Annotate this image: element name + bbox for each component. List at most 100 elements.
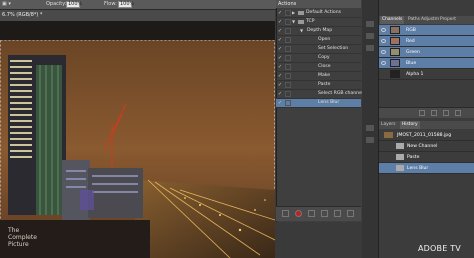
toggle-check-icon[interactable]: ✓ [277,19,283,25]
flow-label: Flow: [104,1,117,7]
expand-right-icon[interactable]: ▶ [292,9,295,17]
channel-name: Red [406,39,415,44]
channel-name: Alpha 1 [406,72,424,77]
history-row[interactable]: Lens Blur [379,163,474,174]
channel-row[interactable]: Alpha 1 [379,69,474,80]
new-set-icon[interactable] [321,210,328,217]
eye-icon[interactable] [381,61,386,65]
panel-icon[interactable] [365,136,375,144]
history-row[interactable]: New Channel [379,141,474,152]
action-row[interactable]: ✓ Make [276,72,361,81]
flow-field[interactable]: 100% [118,1,134,8]
action-label: Open [318,37,331,42]
opacity-field[interactable]: 100% [66,1,82,8]
brush-preset-icon[interactable]: ▣ ▾ [2,0,11,9]
tab-channels[interactable]: Channels [380,16,405,24]
toggle-check-icon[interactable]: ✓ [277,73,283,79]
tab-paths[interactable]: Paths [408,16,420,24]
action-label: Default Actions [306,10,342,15]
eye-icon[interactable] [381,28,386,32]
trash-icon[interactable] [347,210,354,217]
actions-toolbar [276,206,361,221]
canvas-image[interactable] [0,40,275,258]
expand-down-icon[interactable]: ▼ [300,27,303,35]
channel-row[interactable]: Green [379,47,474,58]
stop-icon[interactable] [282,210,289,217]
action-row[interactable]: ✓ Open [276,36,361,45]
expand-down-icon[interactable]: ▼ [292,18,295,26]
dialog-toggle-icon[interactable] [285,82,291,88]
actions-panel-header[interactable]: Actions [276,0,361,8]
dialog-toggle-icon[interactable] [285,28,291,34]
action-row[interactable]: ✓ Paste [276,81,361,90]
toggle-check-icon[interactable]: ✓ [277,91,283,97]
record-icon[interactable] [295,210,302,217]
dialog-toggle-icon[interactable] [285,73,291,79]
city-night-photo [0,40,275,258]
tab-layers[interactable]: Layers [381,121,396,129]
dialog-toggle-icon[interactable] [285,100,291,106]
channels-tabbar: Channels Paths Adjustm Propert [379,16,474,24]
dialog-toggle-icon[interactable] [285,37,291,43]
document-tab[interactable]: 6.7% (RGB/8*) * [0,10,275,21]
history-tabbar: Layers History [379,121,474,129]
action-row[interactable]: ✓ ▶ Default Actions [276,9,361,18]
action-row[interactable]: ✓ Lens Blur [276,99,361,108]
panel-icon[interactable] [365,44,375,52]
tab-properties[interactable]: Propert [440,16,456,24]
document-title: 6.7% (RGB/8*) * [2,12,43,18]
history-row[interactable]: Paste [379,152,474,163]
opacity-label: Opacity: [46,1,67,7]
new-channel-icon[interactable] [443,110,449,116]
action-label: Close [318,64,331,69]
action-row[interactable]: ✓ ▼ Depth Map [276,27,361,36]
dialog-toggle-icon[interactable] [285,55,291,61]
channel-row[interactable]: Blue [379,58,474,69]
toggle-check-icon[interactable]: ✓ [277,37,283,43]
eye-icon[interactable] [381,50,386,54]
history-snapshot[interactable]: JMOST_2011_01588.jpg [379,130,474,141]
watermark: The Complete Picture [8,227,37,248]
tab-history[interactable]: History [400,121,420,129]
adobe-tv-logo: ADOBE TV [418,244,461,253]
history-step-name: New Channel [407,144,438,149]
action-row[interactable]: ✓ Set Selection [276,45,361,54]
action-row[interactable]: ✓ Close [276,63,361,72]
toggle-check-icon[interactable]: ✓ [277,55,283,61]
action-row[interactable]: ✓ Copy [276,54,361,63]
toggle-check-icon[interactable]: ✓ [277,46,283,52]
toggle-check-icon[interactable]: ✓ [277,82,283,88]
dialog-toggle-icon[interactable] [285,64,291,70]
channel-row[interactable]: RGB [379,25,474,36]
channel-thumbnail [390,48,400,56]
toggle-check-icon[interactable]: ✓ [277,100,283,106]
dialog-toggle-icon[interactable] [285,46,291,52]
eye-icon[interactable] [381,39,386,43]
action-row[interactable]: ✓ Select RGB channel [276,90,364,99]
panel-icon[interactable] [365,124,375,132]
toggle-check-icon[interactable]: ✓ [277,28,283,34]
history-step-icon [396,165,404,171]
panel-icon[interactable] [365,32,375,40]
channel-thumbnail [390,26,400,34]
toggle-check-icon[interactable]: ✓ [277,10,283,16]
tab-adjustments[interactable]: Adjustm [421,16,439,24]
play-icon[interactable] [308,210,315,217]
actions-panel-title: Actions [278,1,297,7]
dialog-toggle-icon[interactable] [285,91,291,97]
snapshot-thumbnail [384,132,393,138]
dialog-toggle-icon[interactable] [285,19,291,25]
action-label: Select RGB channel [318,91,364,96]
save-selection-icon[interactable] [431,110,437,116]
load-selection-icon[interactable] [419,110,425,116]
dialog-toggle-icon[interactable] [285,10,291,16]
trash-icon[interactable] [455,110,461,116]
toggle-check-icon[interactable]: ✓ [277,64,283,70]
panel-icon[interactable] [365,20,375,28]
channel-row[interactable]: Red [379,36,474,47]
action-label: Make [318,73,331,78]
channels-toolbar [379,107,474,118]
action-row[interactable]: ✓ ▼ TCP [276,18,361,27]
new-action-icon[interactable] [334,210,341,217]
channel-name: Green [406,50,420,55]
